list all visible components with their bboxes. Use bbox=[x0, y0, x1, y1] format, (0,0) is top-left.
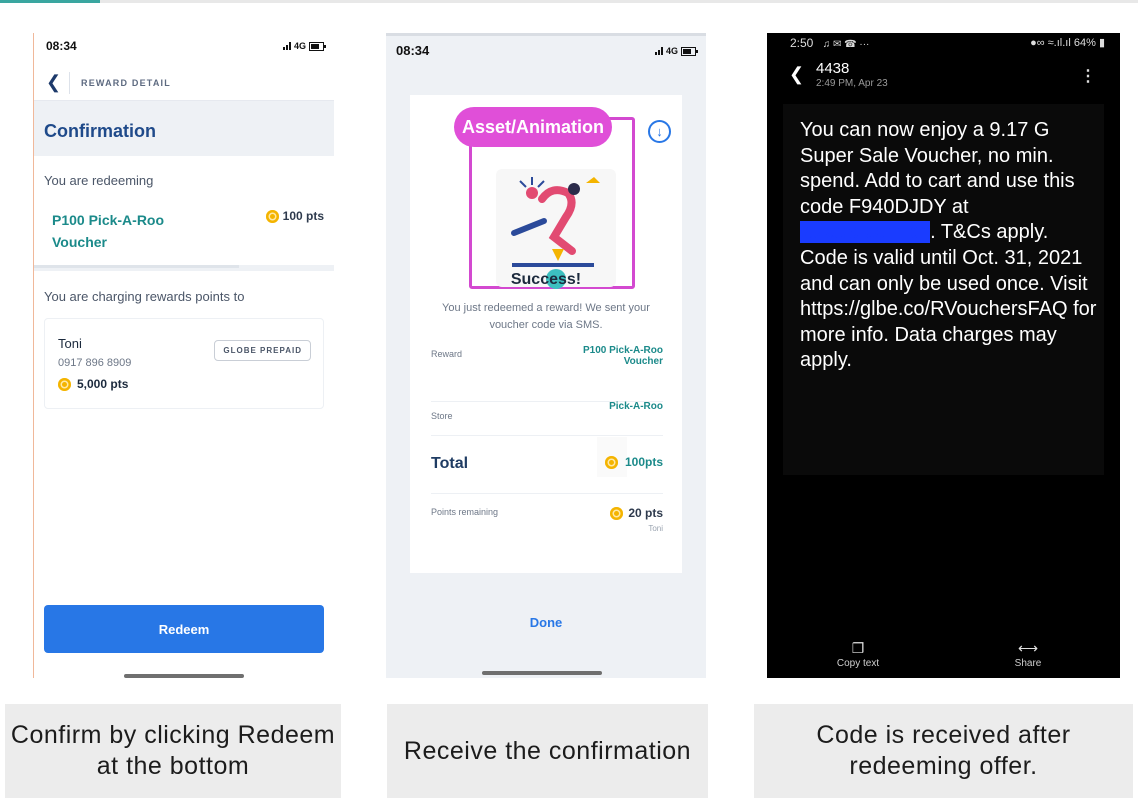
status-time: 2:50 ♫ ✉ ☎ ··· bbox=[790, 36, 869, 50]
phone-screen-sms: 2:50 ♫ ✉ ☎ ··· ●∞ ≈.ıl.ıl 64% ▮ ❮ 4438 2… bbox=[767, 33, 1120, 678]
reward-row: Reward P100 Pick-A-Roo Voucher bbox=[431, 345, 663, 402]
reward-item-name: P100 Pick-A-Roo Voucher bbox=[52, 212, 165, 250]
status-time-value: 2:50 bbox=[790, 36, 814, 50]
confirmation-header: Confirmation bbox=[34, 101, 334, 156]
redeem-button[interactable]: Redeem bbox=[44, 605, 324, 653]
status-time: 08:34 bbox=[396, 43, 430, 58]
receipt-bottom-edge bbox=[410, 569, 682, 573]
signal-icon bbox=[282, 42, 291, 50]
sms-text-part2: . T&Cs apply. Code is valid until Oct. 3… bbox=[800, 221, 1097, 372]
success-title: Success! bbox=[510, 271, 582, 288]
notification-icons: ♫ ✉ ☎ ··· bbox=[822, 39, 870, 50]
nav-bar: ❮ REWARD DETAIL bbox=[34, 68, 334, 101]
copy-text-label: Copy text bbox=[836, 658, 880, 669]
reward-row-value: P100 Pick-A-Roo Voucher bbox=[582, 345, 663, 367]
coin-icon bbox=[605, 456, 618, 469]
status-icons: 4G bbox=[282, 41, 326, 51]
sms-link[interactable]: lazada.com.ph bbox=[800, 221, 931, 244]
more-options-icon[interactable]: ⋮ bbox=[1080, 66, 1096, 86]
receipt-top-edge bbox=[410, 95, 682, 99]
status-icons: 4G bbox=[654, 46, 698, 56]
redeeming-label: You are redeeming bbox=[44, 173, 154, 188]
reward-points: 100 pts bbox=[265, 209, 324, 223]
copy-text-button[interactable]: ❐ Copy text bbox=[818, 640, 898, 669]
section-divider bbox=[34, 265, 334, 271]
caption-step-3: Code is received after redeeming offer. bbox=[754, 704, 1133, 798]
success-message: You just redeemed a reward! We sent your… bbox=[442, 302, 650, 331]
coin-icon bbox=[265, 209, 279, 223]
receipt-card: ↓ Asset/Animation Success! You just rede… bbox=[410, 95, 682, 573]
sms-text-part1: You can now enjoy a 9.17 G Super Sale Vo… bbox=[800, 119, 1075, 218]
back-arrow-icon[interactable]: ❮ bbox=[789, 64, 804, 85]
points-remaining-amount: 20 pts bbox=[628, 506, 663, 520]
copy-icon: ❐ bbox=[851, 640, 865, 656]
coin-box bbox=[597, 437, 627, 477]
back-arrow-icon[interactable]: ❮ bbox=[46, 72, 61, 93]
share-icon: ⟷ bbox=[1017, 640, 1039, 656]
caption-step-2: Receive the confirmation bbox=[387, 704, 708, 798]
store-row-value: Pick-A-Roo bbox=[609, 401, 663, 412]
share-label: Share bbox=[1014, 658, 1042, 669]
nav-separator bbox=[69, 72, 70, 94]
status-time: 08:34 bbox=[46, 39, 77, 53]
points-remaining-label: Points remaining bbox=[431, 507, 499, 517]
coin-icon bbox=[58, 377, 71, 391]
account-name: Toni bbox=[58, 336, 82, 351]
battery-icon bbox=[681, 46, 698, 56]
signal-wifi-icons: ●∞ ≈.ıl.ıl bbox=[1030, 37, 1071, 49]
account-card[interactable]: Toni 0917 896 8909 5,000 pts GLOBE PREPA… bbox=[44, 318, 324, 409]
total-row-value: 100pts bbox=[624, 455, 663, 469]
battery-percent: 64% bbox=[1073, 37, 1096, 49]
home-indicator bbox=[124, 674, 244, 678]
account-balance: 5,000 pts bbox=[58, 377, 128, 391]
account-number: 0917 896 8909 bbox=[58, 357, 132, 369]
network-label: 4G bbox=[665, 46, 678, 56]
points-remaining-owner: Toni bbox=[648, 524, 663, 533]
asset-animation-label: Asset/Animation bbox=[454, 107, 612, 147]
store-row: Store Pick-A-Roo bbox=[431, 401, 663, 436]
reward-points-value: 100 pts bbox=[282, 209, 324, 223]
page-title: Confirmation bbox=[44, 121, 156, 141]
download-icon[interactable]: ↓ bbox=[648, 120, 671, 143]
status-icons: ●∞ ≈.ıl.ıl 64% ▮ bbox=[1030, 36, 1105, 49]
phone-screen-success: 08:34 4G ↓ Asset/Animation Success! You … bbox=[386, 33, 706, 678]
top-divider-accent bbox=[0, 0, 100, 3]
reward-row-label: Reward bbox=[431, 349, 463, 359]
phone-screen-confirmation: 08:34 4G ❮ REWARD DETAIL Confirmation Yo… bbox=[33, 33, 334, 678]
top-edge bbox=[386, 33, 706, 36]
sms-message-bubble: You can now enjoy a 9.17 G Super Sale Vo… bbox=[783, 104, 1104, 475]
account-type-badge: GLOBE PREPAID bbox=[214, 340, 311, 361]
caption-step-1: Confirm by clicking Redeem at the bottom bbox=[5, 704, 341, 798]
home-indicator bbox=[482, 671, 602, 675]
nav-title: REWARD DETAIL bbox=[81, 78, 171, 88]
battery-icon: ▮ bbox=[1098, 37, 1105, 49]
sms-timestamp: 2:49 PM, Apr 23 bbox=[816, 78, 888, 89]
total-row: Total 100pts bbox=[431, 437, 663, 494]
account-balance-value: 5,000 pts bbox=[77, 377, 129, 391]
store-row-label: Store bbox=[431, 411, 453, 421]
points-remaining-row: Points remaining 20 pts Toni bbox=[431, 503, 663, 543]
network-label: 4G bbox=[293, 41, 306, 51]
share-button[interactable]: ⟷ Share bbox=[988, 640, 1068, 669]
top-divider bbox=[0, 0, 1138, 3]
coin-icon bbox=[610, 507, 624, 520]
battery-icon bbox=[309, 41, 326, 51]
done-button[interactable]: Done bbox=[386, 615, 706, 630]
signal-icon bbox=[654, 47, 663, 55]
points-remaining-value: 20 pts bbox=[610, 507, 663, 520]
total-row-label: Total bbox=[431, 455, 469, 472]
sms-sender: 4438 bbox=[816, 60, 850, 77]
sms-message-text[interactable]: You can now enjoy a 9.17 G Super Sale Vo… bbox=[800, 118, 1100, 374]
charging-label: You are charging rewards points to bbox=[44, 289, 245, 304]
